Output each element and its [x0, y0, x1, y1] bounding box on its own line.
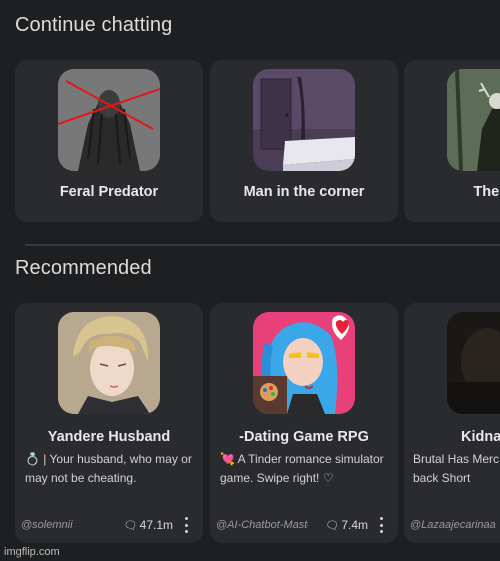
author-handle[interactable]: @solemnii [21, 519, 73, 531]
character-avatar [253, 69, 355, 171]
chat-count: 🗨 47.1m [124, 518, 173, 532]
more-options-icon[interactable] [378, 517, 384, 533]
watermark: imgflip.com [4, 546, 60, 558]
character-avatar [447, 312, 500, 414]
character-description: 💍 | Your husband, who may or may not be … [25, 452, 192, 485]
character-name: The we [473, 184, 500, 200]
author-handle[interactable]: @Lazaajecarinaa [410, 519, 496, 531]
character-description: 💘 A Tinder romance simulator game. Swipe… [220, 452, 384, 485]
recommended-card-dating-game-rpg[interactable]: -Dating Game RPG 💘 A Tinder romance simu… [210, 303, 398, 543]
character-name: Feral Predator [59, 184, 159, 200]
character-name: Man in the corner [243, 184, 365, 200]
continue-chatting-heading: Continue chatting [15, 14, 173, 36]
section-divider [25, 244, 500, 246]
chat-count-value: 47.1m [139, 518, 173, 532]
character-name: Kidna [461, 429, 500, 445]
more-options-icon[interactable] [183, 517, 189, 533]
character-description: Brutal Has Merc Laid back Short [413, 452, 500, 485]
card-footer: @AI-Chatbot-Master 🗨 7.4m [216, 517, 386, 535]
character-avatar [58, 69, 160, 171]
character-avatar [253, 312, 355, 414]
recommended-card-kidna[interactable]: Kidna Brutal Has Merc Laid back Short @L… [404, 303, 500, 543]
character-avatar [447, 69, 500, 171]
recommended-heading: Recommended [15, 257, 152, 279]
continue-card-man-in-the-corner[interactable]: Man in the corner [210, 60, 398, 222]
character-avatar [58, 312, 160, 414]
chat-count-value: 7.4m [341, 518, 368, 532]
chat-bubble-icon: 🗨 [123, 520, 138, 532]
chat-bubble-icon: 🗨 [325, 520, 340, 532]
character-name: -Dating Game RPG [239, 429, 369, 445]
continue-card-the-we[interactable]: The we [404, 60, 500, 222]
continue-card-feral-predator[interactable]: Feral Predator [15, 60, 203, 222]
recommended-card-yandere-husband[interactable]: Yandere Husband 💍 | Your husband, who ma… [15, 303, 203, 543]
card-footer: @Lazaajecarinaa [410, 519, 500, 535]
character-name: Yandere Husband [47, 429, 171, 445]
card-footer: @solemnii 🗨 47.1m [21, 517, 191, 535]
chat-count: 🗨 7.4m [325, 518, 368, 532]
author-handle[interactable]: @AI-Chatbot-Master [216, 519, 308, 531]
